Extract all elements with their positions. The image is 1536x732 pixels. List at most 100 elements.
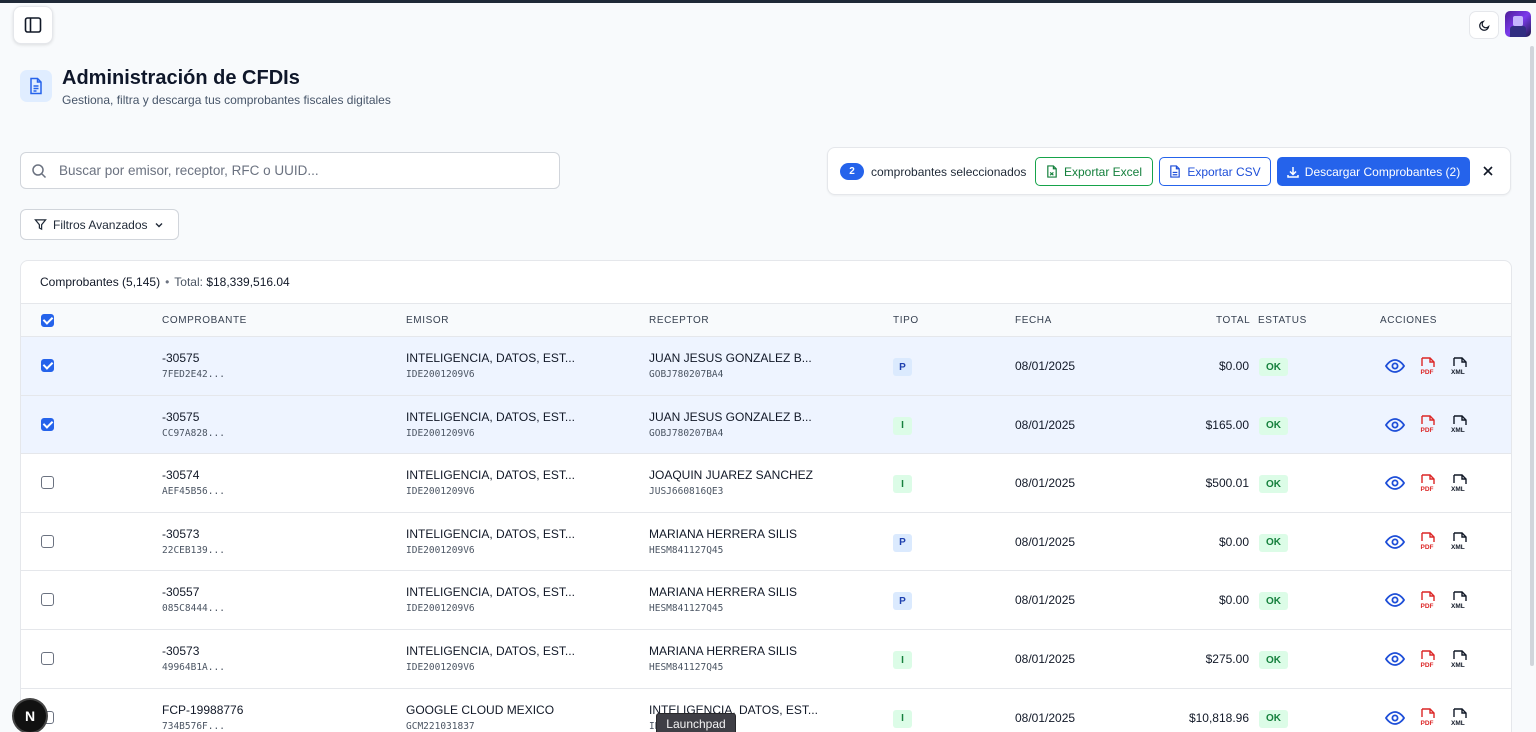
download-button[interactable]: Descargar Comprobantes (2) [1277,157,1470,186]
svg-text:PDF: PDF [1421,720,1434,727]
xml-icon[interactable]: XML [1449,355,1471,377]
view-eye-icon[interactable] [1384,707,1406,729]
col-acciones: ACCIONES [1380,315,1438,326]
row-checkbox[interactable] [41,534,54,548]
col-emisor[interactable]: EMISOR [406,315,449,326]
xml-icon[interactable]: XML [1449,707,1471,729]
dev-tools-badge[interactable]: N [14,700,46,732]
svg-text:XML: XML [1451,427,1465,434]
launchpad-tooltip: Launchpad [656,713,736,732]
advanced-filters-button[interactable]: Filtros Avanzados [20,209,179,240]
search-icon [32,164,47,179]
row-checkbox[interactable] [41,417,54,431]
xml-icon[interactable]: XML [1449,648,1471,670]
table-row[interactable]: -30573 22CEB139... INTELIGENCIA, DATOS, ES… [21,513,1511,572]
folio: -30573 [162,644,200,658]
row-checkbox[interactable] [41,476,54,490]
col-total[interactable]: TOTAL [1216,315,1250,326]
view-eye-icon[interactable] [1384,589,1406,611]
export-csv-label: Exportar CSV [1187,164,1261,179]
uuid: 734B576F... [162,720,225,732]
pdf-icon[interactable]: PDF [1417,472,1439,494]
table-row[interactable]: FCP-19988776 734B576F... GOOGLE CLOUD MEXI… [21,689,1511,732]
close-selection-button[interactable] [1479,162,1497,180]
receptor-name: JUAN JESUS GONZALEZ B... [649,351,812,365]
total-amount: $500.01 [1205,476,1249,491]
view-eye-icon[interactable] [1384,355,1406,377]
status-badge: OK [1259,533,1288,552]
pdf-icon[interactable]: PDF [1417,414,1439,436]
row-checkbox[interactable] [41,359,54,372]
tipo-badge: I [893,651,912,669]
select-all-checkbox[interactable] [41,314,54,327]
pdf-icon[interactable]: PDF [1417,707,1439,729]
emisor-rfc: IDE2001209V6 [406,662,475,673]
table-row[interactable]: -30575 7FED2E42... INTELIGENCIA, DATOS, ES… [21,337,1511,396]
xml-icon[interactable]: XML [1449,414,1471,436]
folio: -30574 [162,468,200,483]
table-summary: Comprobantes (5,145) • Total: $18,339,516.… [40,275,290,289]
advanced-filters-label: Filtros Avanzados [53,217,148,232]
col-comprobante[interactable]: COMPROBANTE [162,315,247,326]
pdf-icon[interactable]: PDF [1417,589,1439,611]
col-tipo[interactable]: TIPO [893,315,919,326]
folio: -30573 [162,526,200,541]
uuid: CC97A828... [162,427,225,439]
receptor-name: JUAN JESUS GONZALEZ B... [649,409,812,424]
view-eye-icon[interactable] [1384,531,1406,553]
xml-icon[interactable]: XML [1449,589,1471,611]
chevron-down-icon [155,222,162,227]
pdf-icon[interactable]: PDF [1417,648,1439,670]
table-row[interactable]: -30557 085C8444... INTELIGENCIA, DATOS, ES… [21,571,1511,630]
row-checkbox[interactable] [41,652,54,665]
table-row[interactable]: -30575 CC97A828... INTELIGENCIA, DATOS, ES… [21,395,1511,455]
table-row[interactable]: -30573 49964B1A... INTELIGENCIA, DATOS, ES… [21,630,1511,689]
export-excel-button[interactable]: Exportar Excel [1035,157,1153,186]
tipo-badge: I [893,709,912,728]
pdf-icon[interactable]: PDF [1417,355,1439,377]
receptor-rfc: HESM841127Q45 [649,603,724,615]
view-eye-icon[interactable] [1384,472,1406,494]
fecha: 08/01/2025 [1015,359,1076,373]
emisor-rfc: GCM221031837 [406,720,475,732]
search-input[interactable] [59,154,549,187]
tipo-badge: P [893,358,912,376]
fecha: 08/01/2025 [1015,534,1076,549]
pdf-icon[interactable]: PDF [1417,531,1439,553]
sidebar-toggle-button[interactable] [13,6,53,44]
xml-icon[interactable]: XML [1449,472,1471,494]
col-fecha[interactable]: FECHA [1015,315,1052,326]
row-checkbox[interactable] [41,593,54,607]
svg-text:PDF: PDF [1421,369,1434,376]
export-excel-label: Exportar Excel [1063,164,1143,179]
tipo-badge: P [893,533,912,552]
col-estatus[interactable]: ESTATUS [1258,315,1307,326]
status-badge: OK [1259,358,1288,376]
xml-icon[interactable]: XML [1449,531,1471,553]
view-eye-icon[interactable] [1384,414,1406,436]
total-amount: $0.00 [1218,359,1249,373]
emisor-name: INTELIGENCIA, DATOS, EST... [406,526,575,541]
user-avatar[interactable] [1505,11,1531,37]
total-label: Total: [174,275,203,289]
status-badge: OK [1259,651,1288,669]
view-eye-icon[interactable] [1384,648,1406,670]
folio: FCP-19988776 [162,702,244,717]
theme-toggle-button[interactable] [1469,11,1499,39]
receptor-rfc: HESM841127Q45 [649,662,724,673]
receptor-rfc: JUSJ660816QE3 [649,486,724,498]
download-icon [1287,166,1299,178]
receptor-rfc: HESM841127Q45 [649,544,724,556]
export-csv-button[interactable]: Exportar CSV [1159,157,1271,186]
svg-text:PDF: PDF [1421,544,1434,551]
uuid: AEF45B56... [162,486,225,498]
tipo-badge: I [893,475,912,494]
sidebar-icon [24,17,42,33]
fecha: 08/01/2025 [1015,710,1076,725]
page-scrollbar[interactable] [1530,46,1534,666]
uuid: 22CEB139... [162,544,225,556]
table-row[interactable]: -30574 AEF45B56... INTELIGENCIA, DATOS, ES… [21,454,1511,513]
uuid: 085C8444... [162,603,225,615]
search-box[interactable] [20,152,560,189]
col-receptor[interactable]: RECEPTOR [649,315,709,326]
